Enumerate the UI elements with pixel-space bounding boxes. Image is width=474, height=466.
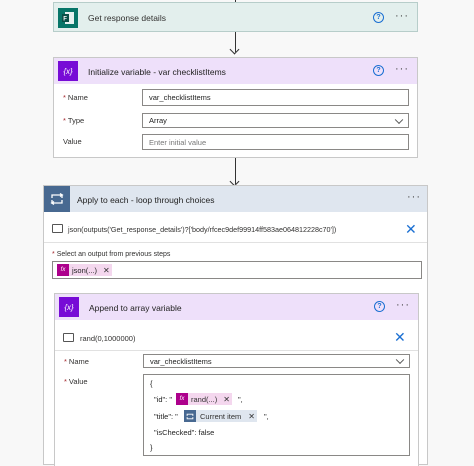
token-label: json(...)	[69, 264, 101, 276]
select-output-field[interactable]: fx json(...) ✕	[52, 261, 422, 279]
variable-icon-glyph: {x}	[64, 302, 74, 312]
forms-icon: F	[58, 8, 78, 28]
name-dropdown[interactable]: var_checklistItems	[143, 354, 410, 368]
code-close-brace: }	[150, 443, 153, 452]
token-label: rand(...)	[188, 393, 221, 405]
more-icon[interactable]: ···	[395, 11, 409, 22]
select-output-label: * Select an output from previous steps	[52, 251, 171, 258]
initialize-variable-card[interactable]: {x} Initialize variable - var checklistI…	[53, 57, 418, 158]
type-value: Array	[149, 116, 167, 125]
connector-arrowhead	[229, 44, 240, 55]
close-icon[interactable]: ✕	[405, 222, 417, 236]
token-remove-icon[interactable]: ✕	[220, 393, 232, 405]
rand-token[interactable]: fx rand(...) ✕	[176, 393, 232, 405]
token-label: Current item	[196, 410, 246, 422]
initialize-variable-header[interactable]: {x} Initialize variable - var checklistI…	[54, 58, 417, 84]
step-title[interactable]: Get response details	[88, 13, 166, 23]
help-icon[interactable]: ?	[374, 301, 385, 312]
name-value: var_checklistItems	[150, 356, 212, 366]
close-icon[interactable]: ✕	[394, 330, 406, 344]
append-to-array-card[interactable]: {x} Append to array variable ? ··· rand(…	[54, 293, 419, 466]
code-id-key: "id": "	[154, 395, 172, 404]
current-item-token[interactable]: Current item ✕	[184, 410, 257, 422]
chevron-down-icon	[394, 115, 404, 124]
expression-text[interactable]: json(outputs('Get_response_details')?['b…	[68, 225, 336, 234]
name-label: * Name	[64, 357, 89, 366]
svg-text:F: F	[63, 17, 67, 23]
comment-icon	[63, 333, 74, 342]
apply-to-each-card[interactable]: Apply to each - loop through choices ···…	[43, 185, 428, 466]
fx-icon: fx	[57, 264, 69, 276]
code-open-brace: {	[150, 379, 153, 388]
expression-text[interactable]: rand(0,1000000)	[80, 334, 135, 343]
json-token[interactable]: fx json(...) ✕	[57, 264, 112, 276]
variable-icon: {x}	[59, 297, 79, 317]
get-response-details-card[interactable]: F Get response details ? ···	[53, 2, 418, 32]
value-label: Value	[63, 137, 82, 146]
step-title[interactable]: Initialize variable - var checklistItems	[88, 67, 226, 77]
step-title[interactable]: Apply to each - loop through choices	[77, 195, 215, 205]
more-icon[interactable]: ···	[407, 192, 421, 203]
type-label: * Type	[63, 116, 85, 125]
token-remove-icon[interactable]: ✕	[245, 410, 257, 422]
append-to-array-header[interactable]: {x} Append to array variable ? ···	[55, 294, 418, 320]
help-icon[interactable]: ?	[373, 65, 384, 76]
help-icon[interactable]: ?	[373, 12, 384, 23]
type-dropdown[interactable]: Array	[142, 113, 409, 128]
variable-icon-glyph: {x}	[63, 66, 73, 76]
apply-to-each-header[interactable]: Apply to each - loop through choices ···	[44, 186, 427, 212]
token-remove-icon[interactable]: ✕	[100, 264, 112, 276]
name-label: * Name	[63, 93, 88, 102]
comment-icon	[52, 224, 63, 233]
more-icon[interactable]: ···	[395, 64, 409, 75]
divider	[44, 242, 427, 243]
loop-icon	[44, 186, 70, 212]
code-id-tail: ",	[238, 395, 243, 404]
code-title-key: "title": "	[154, 412, 178, 421]
chevron-down-icon	[395, 355, 405, 365]
value-label: * Value	[64, 377, 88, 386]
name-field[interactable]: var_checklistItems	[142, 89, 409, 106]
more-icon[interactable]: ···	[396, 300, 410, 311]
code-ischecked: "isChecked": false	[154, 428, 215, 437]
step-title[interactable]: Append to array variable	[89, 303, 182, 313]
divider	[55, 350, 418, 351]
fx-icon: fx	[176, 393, 188, 405]
value-input[interactable]: Enter initial value	[142, 134, 409, 150]
loop-icon	[184, 410, 196, 422]
variable-icon: {x}	[58, 61, 78, 81]
code-title-tail: ",	[264, 412, 269, 421]
